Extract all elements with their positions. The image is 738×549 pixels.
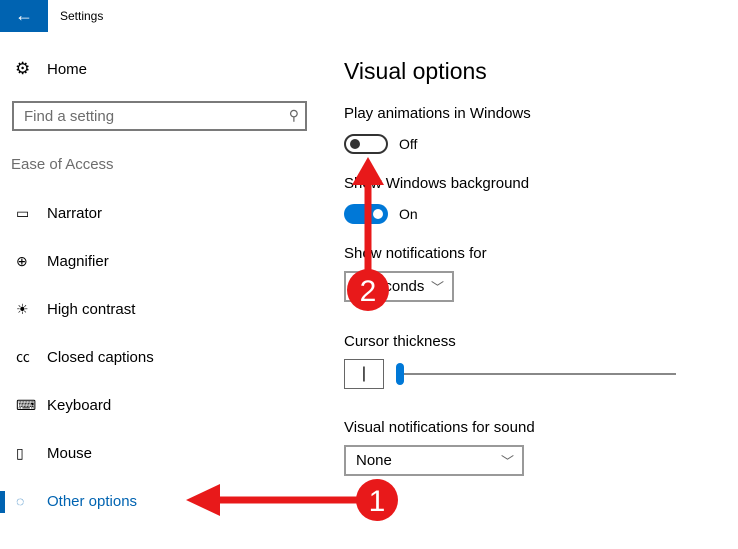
- annotation-number-1: 1: [369, 485, 386, 518]
- annotation-arrow-2: 2: [347, 157, 389, 311]
- annotation-arrow-1: 1: [186, 479, 398, 521]
- annotation-overlay: 1 2: [186, 157, 398, 521]
- annotation-number-2: 2: [360, 275, 377, 308]
